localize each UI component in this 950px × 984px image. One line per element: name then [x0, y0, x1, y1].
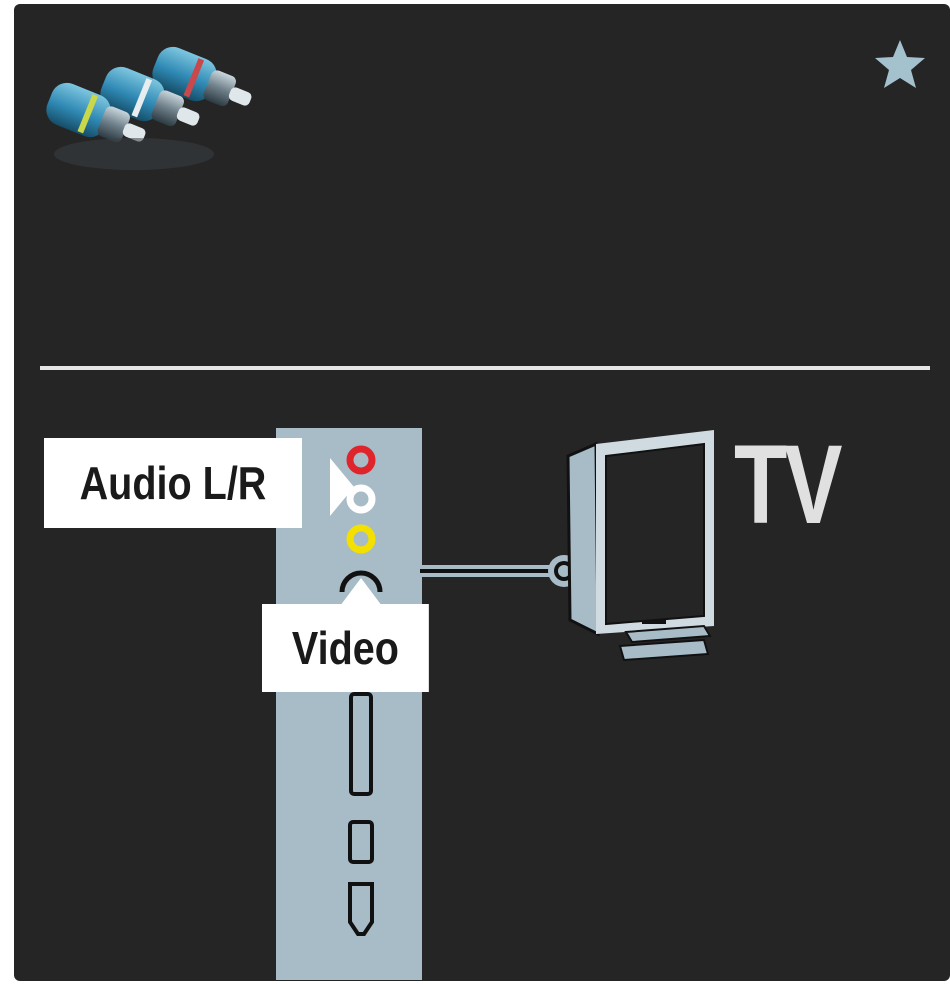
- connection-guide-screen: Audio L/R Video TV: [14, 4, 950, 981]
- tv-label: TV: [734, 422, 843, 547]
- star-icon: [875, 40, 925, 88]
- audio-label: Audio L/R: [44, 438, 302, 528]
- video-cable: [420, 555, 580, 587]
- rca-cables-icon: [46, 46, 252, 170]
- divider-line: [40, 366, 930, 370]
- video-label: Video: [262, 604, 429, 692]
- tv-icon: [566, 430, 714, 662]
